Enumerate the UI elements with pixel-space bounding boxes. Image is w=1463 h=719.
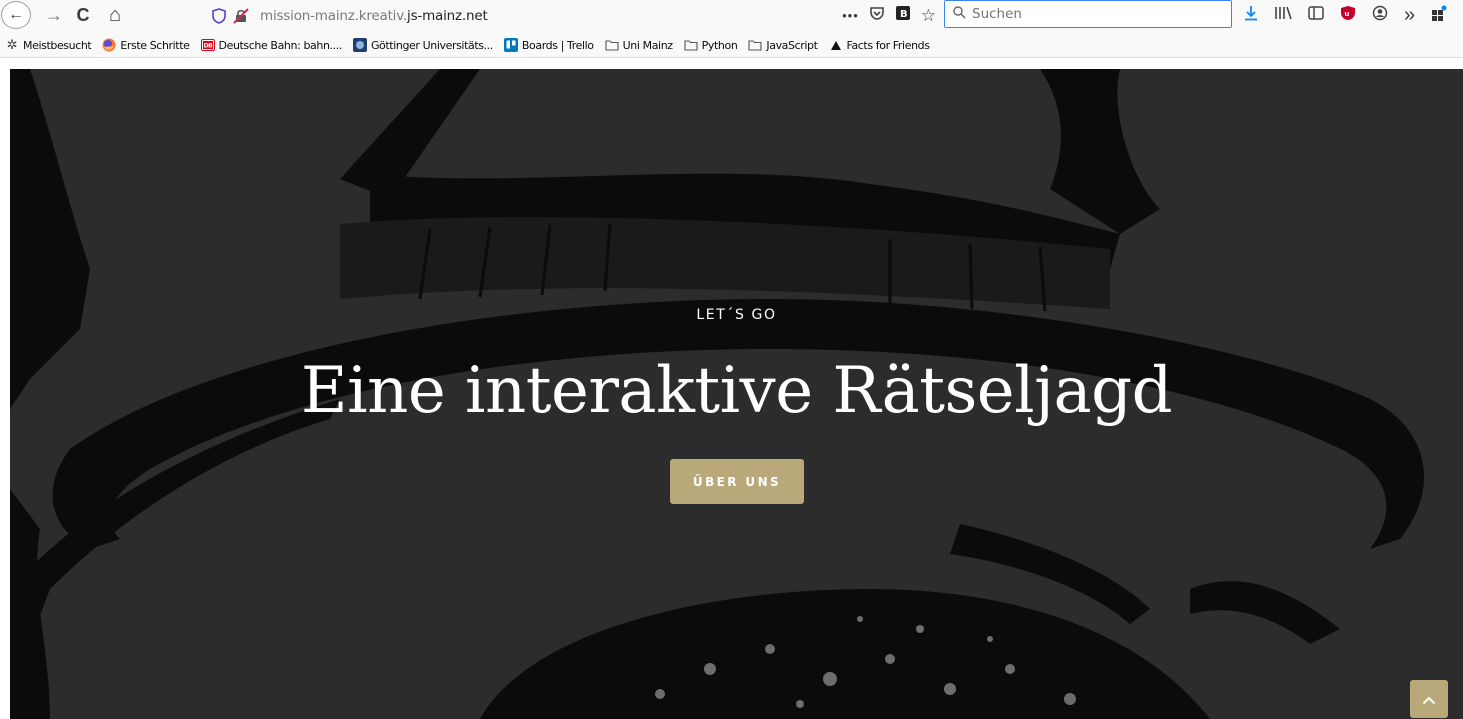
svg-text:u: u xyxy=(1344,10,1349,18)
search-input[interactable] xyxy=(970,5,1204,23)
account-icon[interactable] xyxy=(1372,5,1388,26)
firefox-icon xyxy=(102,38,116,52)
forward-button[interactable]: → xyxy=(44,3,64,27)
bookmark-erste-schritte[interactable]: Erste Schritte xyxy=(102,38,190,52)
bookmarks-bar: ✲ Meistbesucht Erste Schritte DB Deutsch… xyxy=(0,33,1463,58)
folder-icon xyxy=(605,38,619,52)
home-icon: ⌂ xyxy=(108,3,122,26)
triangle-icon xyxy=(829,38,843,52)
bookmark-meistbesucht[interactable]: ✲ Meistbesucht xyxy=(5,37,92,53)
library-icon xyxy=(352,38,367,52)
home-button[interactable]: ⌂ xyxy=(103,3,127,27)
url-text[interactable]: mission-mainz.kreativ.js-mainz.net xyxy=(260,8,488,24)
chevron-up-icon xyxy=(1422,689,1436,710)
bookmark-facts-for-friends[interactable]: Facts for Friends xyxy=(829,38,930,52)
browser-toolbar: ← → C ⌂ mission-mainz.kreativ.js-mainz.n… xyxy=(0,0,1463,33)
bookmark-folder-python[interactable]: Python xyxy=(684,38,738,52)
bookmark-trello[interactable]: Boards | Trello xyxy=(503,38,594,52)
scroll-to-top-button[interactable] xyxy=(1410,680,1448,718)
folder-icon xyxy=(684,38,698,52)
download-icon[interactable] xyxy=(1244,5,1258,26)
bookmark-folder-javascript[interactable]: JavaScript xyxy=(748,38,818,52)
bookmark-deutsche-bahn[interactable]: DB Deutsche Bahn: bahn.... xyxy=(200,38,342,52)
extension-icon[interactable] xyxy=(1431,5,1447,26)
hero-section: LET´S GO Eine interaktive Rätseljagd ÜBE… xyxy=(10,69,1463,719)
svg-text:B: B xyxy=(900,9,908,20)
search-icon xyxy=(953,6,966,22)
reader-b-icon[interactable]: B xyxy=(895,5,911,26)
overflow-chevron-icon[interactable]: » xyxy=(1404,4,1415,27)
back-icon: ← xyxy=(8,6,24,23)
search-box[interactable] xyxy=(944,0,1232,28)
forward-icon: → xyxy=(45,4,63,25)
library-icon[interactable] xyxy=(1274,5,1292,26)
hero-kicker: LET´S GO xyxy=(696,307,777,323)
bookmark-goettinger[interactable]: Göttinger Universitäts... xyxy=(352,38,493,52)
folder-icon xyxy=(748,38,762,52)
url-bar[interactable]: mission-mainz.kreativ.js-mainz.net ••• B… xyxy=(210,2,936,29)
reload-icon: C xyxy=(76,4,90,25)
toolbar-icons: u » xyxy=(1244,4,1447,27)
bookmark-star-icon[interactable]: ☆ xyxy=(921,6,936,26)
shield-icon[interactable] xyxy=(210,7,228,25)
reload-button[interactable]: C xyxy=(72,3,94,27)
hero-headline: Eine interaktive Rätseljagd xyxy=(300,354,1173,428)
gear-icon: ✲ xyxy=(6,37,18,53)
ublock-icon[interactable]: u xyxy=(1340,5,1356,26)
hero-content: LET´S GO Eine interaktive Rätseljagd ÜBE… xyxy=(10,69,1463,719)
svg-text:DB: DB xyxy=(203,43,213,50)
back-button[interactable]: ← xyxy=(1,1,31,29)
page-actions-icon[interactable]: ••• xyxy=(842,8,859,23)
bookmark-folder-uni-mainz[interactable]: Uni Mainz xyxy=(605,38,673,52)
sidebar-icon[interactable] xyxy=(1308,6,1324,25)
db-icon: DB xyxy=(200,38,215,52)
pocket-icon[interactable] xyxy=(869,5,885,26)
insecure-lock-icon[interactable] xyxy=(232,7,250,25)
ueber-uns-button[interactable]: ÜBER UNS xyxy=(670,459,804,504)
trello-icon xyxy=(503,38,518,52)
